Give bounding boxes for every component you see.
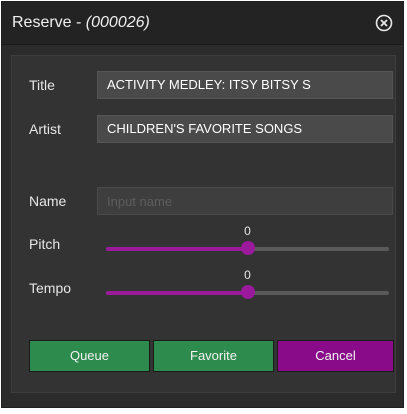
reserve-dialog: Reserve - (000026) Title ACTIVITY MEDLEY…: [1, 1, 404, 408]
cancel-button[interactable]: Cancel: [277, 340, 394, 372]
dialog-title-prefix: Reserve -: [12, 14, 86, 31]
tempo-slider-fill: [106, 291, 248, 295]
title-label: Title: [29, 77, 55, 93]
artist-label: Artist: [29, 121, 61, 137]
pitch-slider-fill: [106, 247, 248, 251]
pitch-slider[interactable]: 0: [106, 224, 389, 260]
name-input[interactable]: [97, 187, 393, 215]
tempo-value: 0: [244, 268, 251, 282]
tempo-label: Tempo: [29, 280, 72, 296]
tempo-slider[interactable]: 0: [106, 268, 389, 304]
title-field: ACTIVITY MEDLEY: ITSY BITSY S: [97, 71, 393, 99]
artist-field: CHILDREN'S FAVORITE SONGS: [97, 115, 393, 143]
dialog-title: Reserve - (000026): [12, 14, 150, 32]
dialog-title-bar: Reserve - (000026): [2, 2, 403, 45]
pitch-label: Pitch: [29, 236, 61, 252]
dialog-title-code: (000026): [85, 14, 150, 31]
pitch-value: 0: [244, 224, 251, 238]
favorite-button[interactable]: Favorite: [153, 340, 274, 372]
name-label: Name: [29, 193, 67, 209]
queue-button[interactable]: Queue: [29, 340, 150, 372]
reserve-form-panel: Title ACTIVITY MEDLEY: ITSY BITSY S Arti…: [11, 55, 396, 393]
pitch-slider-thumb[interactable]: [240, 241, 255, 255]
close-icon[interactable]: [375, 14, 393, 32]
tempo-slider-thumb[interactable]: [240, 285, 255, 299]
